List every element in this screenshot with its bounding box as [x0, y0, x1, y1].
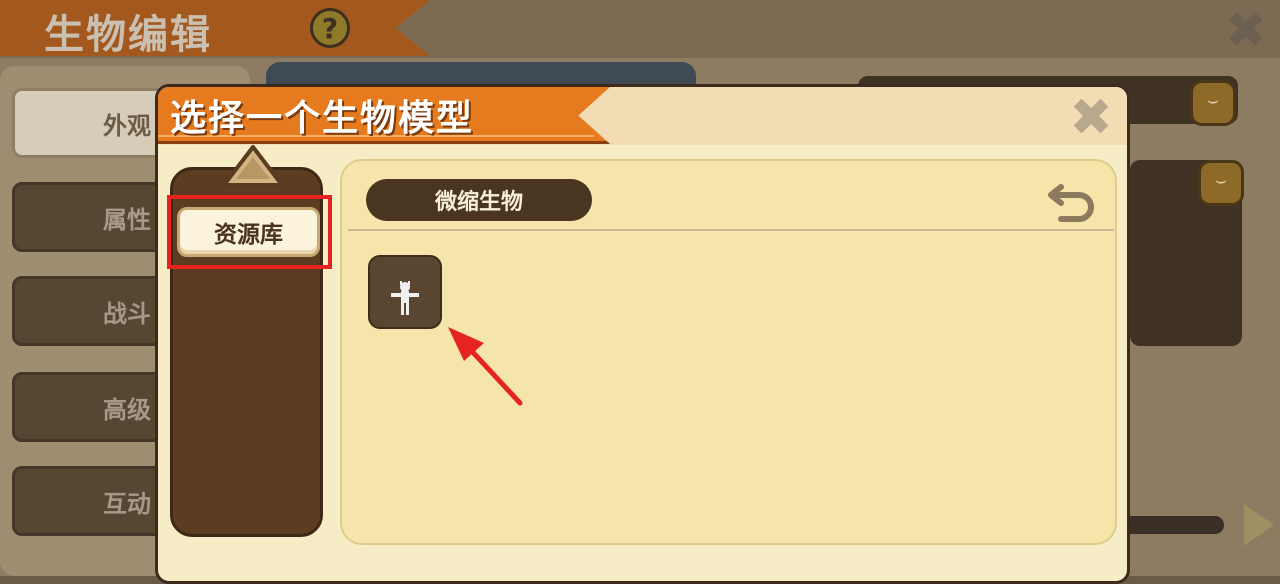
humanoid-model-icon — [391, 281, 419, 315]
undo-icon[interactable] — [1047, 177, 1099, 223]
dialog-title: 选择一个生物模型 — [170, 98, 475, 139]
pointer-arrow-annotation — [448, 327, 523, 406]
editor-close-icon[interactable]: ✖ — [1224, 5, 1268, 55]
slider-track[interactable] — [1120, 516, 1224, 534]
chevron-up-icon[interactable] — [222, 145, 284, 191]
eye-icon[interactable]: ⌣ — [1190, 80, 1236, 126]
tab-label: 战斗 — [103, 299, 151, 328]
category-label: 微缩生物 — [366, 179, 592, 221]
highlight-annotation — [167, 195, 332, 269]
play-icon[interactable] — [1244, 504, 1274, 546]
editor-title: 生物编辑 — [44, 12, 212, 58]
model-item[interactable] — [368, 255, 442, 329]
divider — [348, 229, 1114, 231]
model-list-panel: 微缩生物 — [340, 159, 1117, 545]
eye-icon[interactable]: ⌣ — [1198, 160, 1244, 206]
dialog-close-icon[interactable]: ✖ — [1068, 92, 1114, 144]
help-icon[interactable]: ? — [310, 8, 350, 48]
tab-label: 外观 — [103, 111, 151, 140]
tab-label: 互动 — [103, 489, 151, 518]
tab-label: 属性 — [103, 205, 151, 234]
tab-label: 高级 — [103, 395, 151, 424]
select-model-dialog: 选择一个生物模型 ✖ 资源库 微缩生物 — [155, 84, 1130, 584]
